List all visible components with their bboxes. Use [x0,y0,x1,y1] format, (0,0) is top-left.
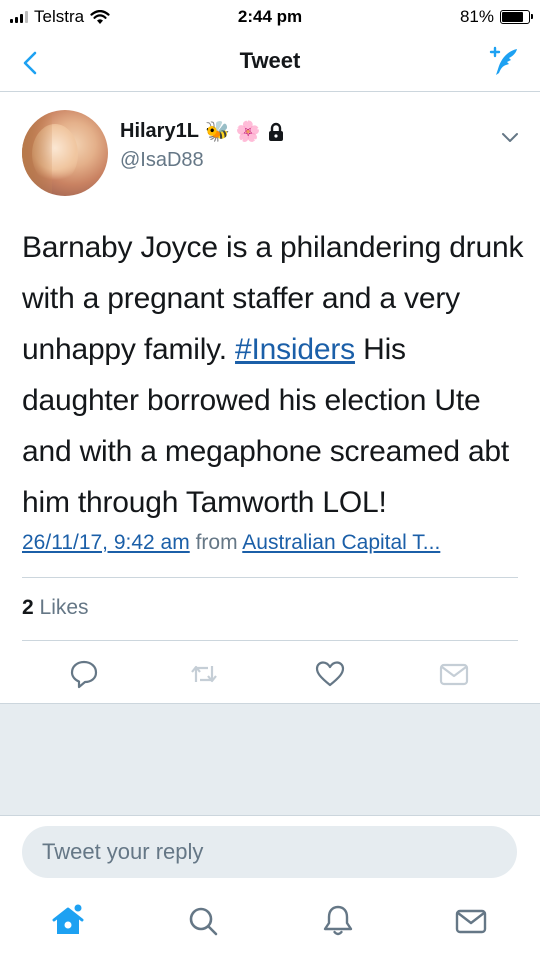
compose-tweet-icon[interactable] [484,42,524,82]
home-icon[interactable] [48,901,88,941]
likes-label: Likes [39,596,89,619]
reply-icon[interactable] [66,656,102,692]
cherry-blossom-emoji: 🌸 [235,120,261,143]
tweet-text: Barnaby Joyce is a philandering drunk wi… [22,222,527,528]
tweet-actions [0,656,540,696]
reply-input[interactable] [22,826,517,878]
replies-area [0,703,540,816]
tweet-meta: 26/11/17, 9:42 am from Australian Capita… [22,531,522,555]
tab-bar [0,895,540,960]
search-icon[interactable] [183,901,223,941]
battery-icon [500,10,533,24]
page-title: Tweet [239,48,301,73]
messages-icon[interactable] [451,901,491,941]
bee-emoji: 🐝 [204,120,230,143]
likes-count[interactable]: 2 Likes [22,596,89,620]
display-name: Hilary1L [120,120,199,142]
divider [22,577,518,578]
from-label: from [195,531,238,554]
hashtag-link[interactable]: #Insiders [235,333,355,366]
timestamp-link[interactable]: 26/11/17, 9:42 am [22,531,190,554]
heart-icon[interactable] [312,656,348,692]
chevron-down-icon[interactable] [500,130,520,144]
likes-number: 2 [22,596,34,619]
lock-icon [268,122,283,141]
avatar[interactable] [22,110,108,196]
battery-percent: 81% [459,7,494,26]
reply-box[interactable] [22,826,517,878]
retweet-icon[interactable] [186,656,222,692]
tweet-author[interactable]: Hilary1L 🐝 🌸 @IsaD88 [120,120,285,172]
user-handle: @IsaD88 [120,149,204,171]
nav-bar: Tweet [0,34,540,92]
location-link[interactable]: Australian Capital T... [242,531,440,554]
status-bar: Telstra 2:44 pm 81% [0,0,540,34]
divider [22,640,518,641]
direct-message-icon[interactable] [436,656,472,692]
bell-icon[interactable] [318,901,358,941]
